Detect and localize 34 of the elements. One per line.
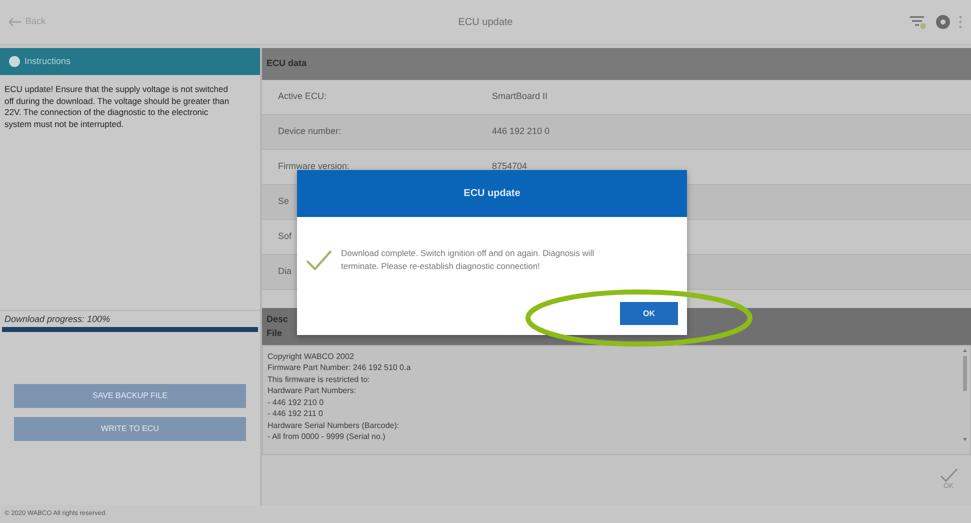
text-line: Firmware Part Number: 246 192 510 0.a bbox=[268, 362, 412, 374]
text-line: - All from 0000 - 9999 (Serial no.) bbox=[268, 431, 386, 442]
dialog-title: ECU update bbox=[464, 187, 520, 201]
more-menu-icon[interactable] bbox=[959, 15, 962, 29]
field-value: 446 192 210 0 bbox=[492, 125, 550, 138]
check-icon bbox=[940, 468, 958, 482]
instructions-title: Instructions bbox=[24, 54, 71, 68]
filter-icon[interactable] bbox=[909, 15, 927, 29]
description-subtitle: File bbox=[266, 326, 282, 340]
description-title: Desc bbox=[266, 313, 288, 326]
back-arrow-icon[interactable] bbox=[9, 18, 21, 26]
help-icon[interactable] bbox=[936, 15, 950, 29]
field-value: 8754704 bbox=[492, 160, 528, 174]
window-title: ECU update bbox=[458, 16, 513, 28]
progress-label: Download progress: 100% bbox=[4, 313, 112, 326]
ok-button[interactable]: OK bbox=[620, 302, 678, 325]
info-icon bbox=[9, 56, 20, 67]
field-label: Active ECU: bbox=[278, 91, 327, 102]
field-label: Device number: bbox=[278, 126, 342, 136]
field-value: SmartBoard II bbox=[492, 90, 548, 104]
instructions-text: ECU update! Ensure that the supply voltage is not switched off during the download. The voltage should be greater than 22V. The connection of the diagnostic to the electronic system must not be interrupted. bbox=[4, 84, 230, 130]
text-line: This firmware is restricted to: bbox=[268, 374, 371, 385]
text-line: Hardware Part Numbers: bbox=[268, 385, 357, 396]
dialog-message: Download complete. Switch ignition off and on again. Diagnosis will terminate. Please re-establish diagnostic connection! bbox=[341, 246, 596, 272]
check-icon bbox=[306, 250, 332, 270]
field-label: Dia bbox=[278, 266, 292, 276]
text-line: Copyright WABCO 2002 bbox=[268, 350, 355, 362]
text-line: - 446 192 210 0 bbox=[268, 396, 325, 408]
text-line: Hardware Serial Numbers (Barcode): bbox=[268, 420, 400, 431]
section-title: ECU data bbox=[266, 57, 307, 70]
field-label: Se bbox=[278, 196, 290, 206]
field-label: Sof bbox=[278, 231, 292, 242]
field-label: Firmware version: bbox=[278, 161, 350, 172]
text-line: - 446 192 211 0 bbox=[268, 408, 324, 420]
